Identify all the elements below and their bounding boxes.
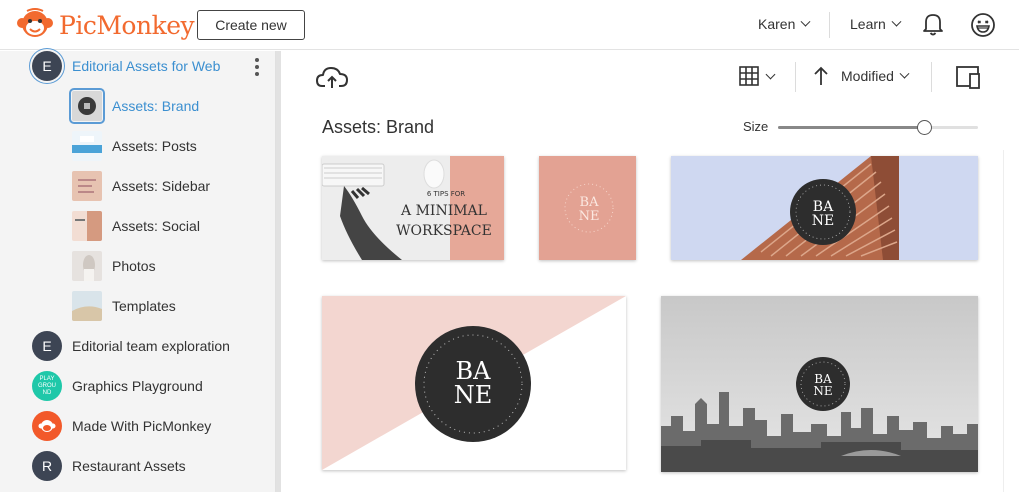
sort-arrow-up-icon <box>814 66 828 85</box>
subfolder-assets-social[interactable]: Assets: Social <box>72 211 200 241</box>
grid-view-button[interactable] <box>739 66 759 91</box>
card-logo-bottom: NE <box>579 209 600 224</box>
folder-thumbnail <box>72 211 102 241</box>
design-thumbnail: BA NE <box>671 156 978 260</box>
picmonkey-logo[interactable]: PicMonkey <box>16 8 195 42</box>
subfolder-label: Templates <box>112 298 176 314</box>
design-thumbnail: BA NE <box>539 156 636 260</box>
card-text-line3: WORKSPACE <box>396 223 492 239</box>
sort-dropdown[interactable]: Modified <box>841 68 910 84</box>
toolbar-divider <box>931 62 932 92</box>
logo-text: PicMonkey <box>59 10 195 40</box>
folder-thumbnail <box>72 131 102 161</box>
create-new-button[interactable]: Create new <box>197 10 305 40</box>
size-slider[interactable] <box>778 120 978 135</box>
design-card[interactable]: BA NE <box>322 296 626 470</box>
card-logo-bottom: NE <box>454 381 493 409</box>
design-thumbnail: 6 TIPS FOR A MINIMAL WORKSPACE <box>322 156 504 260</box>
upload-button[interactable] <box>316 64 348 95</box>
folder-graphics-playground[interactable]: PLAY GROU ND Graphics Playground <box>32 371 203 401</box>
folder-thumbnail <box>72 291 102 321</box>
folder-editorial-assets[interactable]: E Editorial Assets for Web <box>32 51 220 81</box>
size-slider-handle[interactable] <box>917 120 932 135</box>
folder-avatar: E <box>32 51 62 81</box>
account-avatar-button[interactable] <box>970 12 996 43</box>
grid-view-icon <box>739 66 759 86</box>
design-thumbnail: BA NE <box>661 296 978 472</box>
chevron-down-icon <box>800 16 811 27</box>
folder-thumbnail <box>72 251 102 281</box>
folder-thumbnail <box>72 171 102 201</box>
folder-made-with-picmonkey[interactable]: Made With PicMonkey <box>32 411 211 441</box>
folder-label: Editorial team exploration <box>72 338 230 354</box>
user-menu[interactable]: Karen <box>758 16 811 32</box>
subfolder-label: Photos <box>112 258 156 274</box>
main-scrollbar[interactable] <box>1003 150 1017 492</box>
panel-toggle-icon <box>956 66 980 89</box>
card-text-line2: A MINIMAL <box>400 203 487 219</box>
header-divider <box>829 12 830 38</box>
notifications-button[interactable] <box>922 12 944 41</box>
folder-label: Editorial Assets for Web <box>72 58 221 74</box>
folder-avatar: PLAY GROU ND <box>32 371 62 401</box>
sidebar-scrollbar[interactable] <box>276 51 281 492</box>
card-logo-bottom: NE <box>812 213 834 229</box>
folder-label: Restaurant Assets <box>72 458 186 474</box>
subfolder-label: Assets: Social <box>112 218 200 234</box>
monkey-logo-icon <box>17 8 53 37</box>
subfolder-templates[interactable]: Templates <box>72 291 176 321</box>
design-card[interactable]: BA NE <box>539 156 636 260</box>
card-logo-bottom: NE <box>813 384 832 398</box>
folder-restaurant-assets[interactable]: R Restaurant Assets <box>32 451 186 481</box>
monkey-logo-icon <box>38 420 56 432</box>
subfolder-label: Assets: Sidebar <box>112 178 211 194</box>
subfolder-assets-brand[interactable]: Assets: Brand <box>69 88 200 124</box>
folder-label: Graphics Playground <box>72 378 203 394</box>
card-text-line1: 6 TIPS FOR <box>427 190 465 198</box>
subfolder-assets-posts[interactable]: Assets: Posts <box>72 131 197 161</box>
toolbar-divider <box>795 62 796 92</box>
folder-avatar: R <box>32 451 62 481</box>
folder-avatar: E <box>32 331 62 361</box>
kebab-menu-icon[interactable] <box>255 58 259 76</box>
folder-label: Made With PicMonkey <box>72 418 212 434</box>
user-name: Karen <box>758 16 796 32</box>
size-slider-fill <box>778 126 924 129</box>
page-title: Assets: Brand <box>322 117 435 137</box>
panel-toggle-button[interactable] <box>955 65 981 96</box>
bell-icon <box>923 14 943 36</box>
cloud-upload-icon <box>316 67 348 88</box>
design-card[interactable]: BA NE <box>661 296 978 472</box>
design-card[interactable]: BA NE <box>671 156 978 260</box>
subfolder-assets-sidebar[interactable]: Assets: Sidebar <box>72 171 210 201</box>
top-bar: PicMonkey Create new Karen Learn <box>0 0 1019 50</box>
design-thumbnail: BA NE <box>322 296 626 470</box>
learn-label: Learn <box>850 16 886 32</box>
folder-thumbnail <box>69 88 105 124</box>
chevron-down-icon <box>891 16 902 27</box>
sort-label: Modified <box>841 68 894 84</box>
sort-direction-button[interactable] <box>813 66 829 91</box>
folder-avatar <box>32 411 62 441</box>
card-logo-top: BA <box>580 195 600 210</box>
folder-editorial-team[interactable]: E Editorial team exploration <box>32 331 230 361</box>
subfolder-label: Assets: Posts <box>112 138 197 154</box>
size-label: Size <box>743 119 769 134</box>
subfolder-label: Assets: Brand <box>112 98 200 114</box>
chevron-down-icon <box>899 68 910 79</box>
subfolder-photos[interactable]: Photos <box>72 251 156 281</box>
learn-menu[interactable]: Learn <box>850 16 902 32</box>
design-card[interactable]: 6 TIPS FOR A MINIMAL WORKSPACE <box>322 156 504 260</box>
smiley-icon <box>971 13 995 37</box>
